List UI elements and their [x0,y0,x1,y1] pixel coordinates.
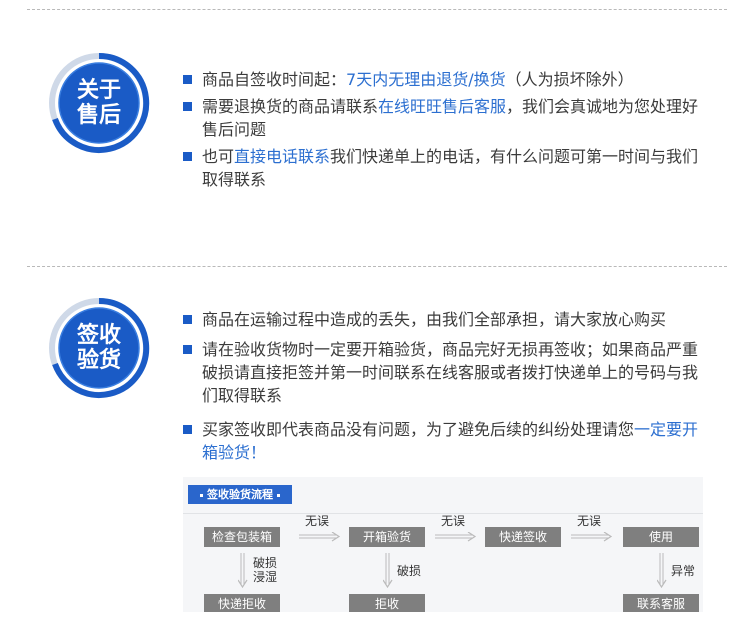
right-arrow-icon [435,532,477,542]
item-text: 需要退换货的商品请联系 [202,97,379,116]
bullet-square-icon [183,345,192,354]
badge-line-2: 售后 [76,103,121,128]
ok-label: 无误 [305,514,330,528]
ok-label: 无误 [441,514,466,528]
badge-line-1: 签收 [76,323,121,348]
item-text: 买家签收即代表商品没有问题，为了避免后续的纠纷处理请您 [202,420,635,439]
result-courier-reject: 快递拒收 [204,594,280,612]
inspection-list: 商品在运输过程中造成的丢失，由我们全部承担，请大家放心购买 请在验收货物时一定要… [183,308,713,464]
ok-label: 无误 [577,514,602,528]
result-contact-support: 联系客服 [623,594,699,612]
bullet-square-icon [183,152,192,161]
highlight-text: 在线旺旺售后客服 [378,97,507,116]
bullet-square-icon [183,75,192,84]
inspection-badge: 签收 验货 [45,294,153,402]
item-text: 请在验收货物时一定要开箱验货，商品完好无损再签收；如果商品严重破损请直接拒签并第… [202,340,699,405]
flowchart-title: 签收验货流程 [188,485,292,504]
down-arrow-icon [657,553,667,589]
item-text: 商品自签收时间起： [202,70,347,89]
item-text: 商品在运输过程中造成的丢失，由我们全部承担，请大家放心购买 [202,310,667,329]
item-text: （人为损坏除外） [505,70,634,89]
step-courier-sign: 快递签收 [485,527,561,547]
dot-icon [200,493,203,497]
step-open-inspect: 开箱验货 [349,527,425,547]
badge-line-2: 验货 [76,348,121,373]
list-item: 需要退换货的商品请联系在线旺旺售后客服，我们会真诚地为您处理好售后问题 [183,95,713,141]
top-divider [27,9,727,10]
highlight-text: 直接电话联系 [234,147,331,166]
list-item: 商品在运输过程中造成的丢失，由我们全部承担，请大家放心购买 [183,308,713,331]
bullet-square-icon [183,315,192,324]
after-sales-badge: 关于 售后 [45,49,153,157]
down-arrow-icon [238,553,248,589]
list-item: 请在验收货物时一定要开箱验货，商品完好无损再签收；如果商品严重破损请直接拒签并第… [183,338,713,407]
after-sales-list: 商品自签收时间起：7天内无理由退货/换货（人为损坏除外） 需要退换货的商品请联系… [183,68,713,191]
result-reject: 拒收 [349,594,425,612]
item-text: 也可 [202,147,235,166]
step-check-package: 检查包装箱 [204,527,280,547]
list-item: 买家签收即代表商品没有问题，为了避免后续的纠纷处理请您一定要开箱验货！ [183,418,713,464]
right-arrow-icon [571,532,613,542]
middle-divider [27,266,727,267]
list-item: 也可直接电话联系我们快递单上的电话，有什么问题可第一时间与我们取得联系 [183,145,713,191]
dot-icon [277,493,280,497]
step-use: 使用 [623,527,699,547]
badge-line-1: 关于 [76,78,121,103]
branch-label: 异常 [671,564,696,578]
bullet-square-icon [183,102,192,111]
list-item: 商品自签收时间起：7天内无理由退货/换货（人为损坏除外） [183,68,713,91]
branch-label: 破损 [397,564,422,578]
branch-label: 破损 浸湿 [253,556,278,584]
inspection-flowchart: 签收验货流程 检查包装箱 开箱验货 快递签收 使用 无误 无误 无误 破损 浸湿… [183,477,703,612]
right-arrow-icon [299,532,341,542]
bullet-square-icon [183,425,192,434]
flowchart-title-text: 签收验货流程 [207,488,273,501]
down-arrow-icon [383,553,393,589]
highlight-text: 7天内无理由退货/换货 [346,70,506,89]
